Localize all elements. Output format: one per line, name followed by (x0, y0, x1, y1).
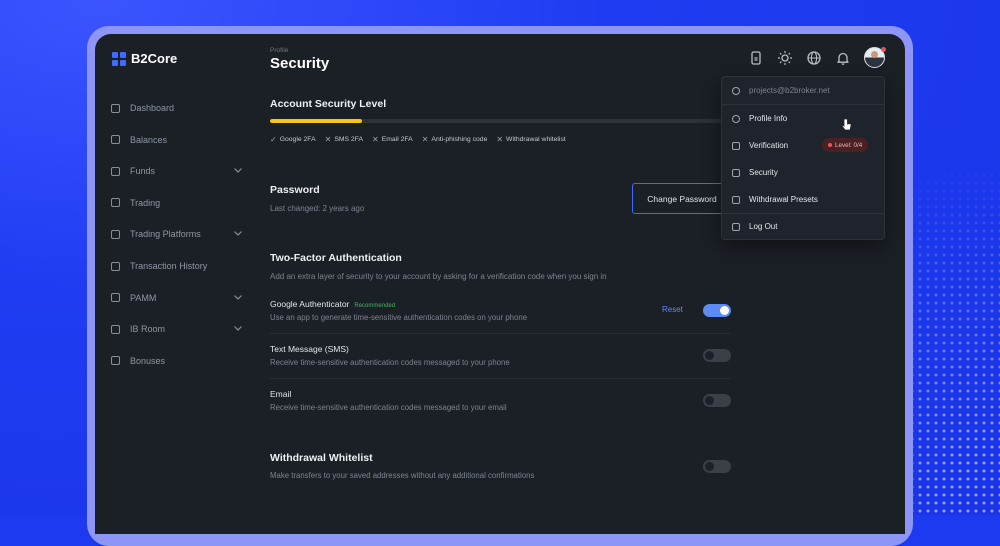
divider (270, 378, 730, 379)
cross-icon: ✕ (372, 135, 379, 144)
verification-level-badge: Level: 0/4 (822, 138, 869, 152)
security-check-item: ✕ Email 2FA (372, 135, 413, 144)
sidebar-item-funds[interactable]: Funds (111, 161, 243, 181)
sms-toggle[interactable] (703, 349, 731, 362)
chevron-down-icon[interactable] (233, 292, 243, 302)
chevron-down-icon[interactable] (233, 228, 243, 238)
nav-icon (111, 229, 120, 239)
cross-icon: ✕ (324, 135, 332, 144)
lock-icon (732, 168, 740, 177)
chevron-down-icon[interactable] (233, 323, 243, 333)
logout-icon (732, 222, 740, 231)
sidebar-item-dashboard[interactable]: Dashboard (111, 98, 243, 118)
menu-item-profile-info[interactable]: Profile Info (722, 105, 884, 132)
security-check-item: ✕ Anti-phishing code (422, 135, 488, 144)
whitelist-toggle[interactable] (703, 460, 731, 473)
google-auth-description: Use an app to generate time-sensitive au… (270, 313, 528, 322)
security-check-item: ✕ Withdrawal whitelist (496, 135, 565, 144)
security-check-label: Email 2FA (381, 136, 413, 143)
sidebar-item-trading[interactable]: Trading (111, 193, 243, 213)
checkbox-icon (732, 195, 740, 204)
nav-icon (111, 198, 120, 208)
change-password-button[interactable]: Change Password (632, 183, 732, 214)
security-check-label: Google 2FA (279, 136, 316, 143)
sidebar-item-label: PAMM (130, 292, 157, 303)
security-check-item: ✕ SMS 2FA (325, 135, 363, 144)
header-actions (748, 47, 886, 68)
shield-icon (732, 141, 740, 150)
sidebar-item-label: Bonuses (130, 355, 166, 366)
sidebar-item-label: Trading Platforms (130, 229, 201, 240)
security-check-label: Anti-phishing code (431, 136, 488, 143)
recommended-badge: Recommended (354, 303, 396, 309)
nav-icon (111, 261, 120, 271)
nav-icon (111, 135, 120, 145)
document-icon[interactable] (748, 50, 764, 66)
user-menu-dropdown: projects@b2broker.net Profile Info Verif… (721, 76, 885, 240)
brand-name: B2Core (131, 51, 178, 66)
security-checklist: ✓ Google 2FA ✕ SMS 2FA ✕ Email 2FA ✕ Anti-phish… (270, 135, 566, 144)
mouse-cursor (841, 118, 852, 131)
two-factor-title: Two-Factor Authentication (270, 252, 402, 264)
sidebar-item-label: IB Room (130, 324, 166, 335)
sidebar-item-transaction-history[interactable]: Transaction History (111, 256, 243, 276)
sidebar-item-label: Balances (130, 134, 168, 145)
menu-item-log-out[interactable]: Log Out (722, 213, 884, 240)
sidebar-item-label: Funds (130, 166, 156, 177)
check-icon: ✓ (270, 135, 277, 144)
sun-icon[interactable] (777, 50, 793, 66)
nav-icon (111, 103, 120, 113)
sidebar-item-label: Dashboard (130, 103, 175, 113)
sidebar-item-label: Transaction History (130, 261, 208, 271)
security-check-label: Withdrawal whitelist (506, 136, 566, 143)
security-check-label: SMS 2FA (334, 136, 364, 143)
email-2fa-toggle[interactable] (703, 394, 731, 407)
user-email: projects@b2broker.net (722, 77, 884, 104)
sidebar: B2Core Dashboard Balances Funds Trading Trad… (95, 34, 255, 534)
sms-description: Receive time-sensitive authentication co… (270, 358, 510, 367)
globe-icon[interactable] (806, 50, 822, 66)
cross-icon: ✕ (421, 135, 429, 144)
nav-icon (111, 293, 120, 303)
notification-dot (881, 47, 886, 52)
whitelist-description: Make transfers to your saved addresses w… (270, 471, 535, 480)
password-last-changed: Last changed: 2 years ago (270, 204, 365, 213)
sidebar-item-bonuses[interactable]: Bonuses (111, 351, 243, 371)
sidebar-item-ib-room[interactable]: IB Room (111, 319, 243, 339)
email-2fa-description: Receive time-sensitive authentication co… (270, 403, 507, 412)
menu-item-verification[interactable]: Verification Level: 0/4 (722, 132, 884, 159)
app-screen: B2Core Dashboard Balances Funds Trading Trad… (95, 34, 905, 534)
breadcrumb[interactable]: Profile (270, 47, 288, 54)
sms-title: Text Message (SMS) (270, 344, 349, 354)
security-check-item: ✓ Google 2FA (270, 135, 316, 144)
info-icon (732, 114, 740, 123)
avatar[interactable] (864, 47, 886, 68)
whitelist-title: Withdrawal Whitelist (270, 452, 373, 464)
cross-icon: ✕ (496, 135, 504, 144)
user-icon (732, 86, 740, 95)
nav-icon (111, 324, 120, 334)
google-auth-title: Google Authenticator Recommended (270, 299, 396, 309)
sidebar-item-pamm[interactable]: PAMM (111, 288, 243, 308)
bell-icon[interactable] (835, 50, 851, 66)
nav-icon (111, 356, 120, 366)
page-title: Security (270, 55, 330, 72)
google-auth-toggle[interactable] (703, 304, 731, 317)
security-level-title: Account Security Level (270, 98, 387, 110)
menu-item-security[interactable]: Security (722, 159, 884, 186)
security-level-progress (270, 119, 730, 123)
menu-item-withdrawal-presets[interactable]: Withdrawal Presets (722, 186, 884, 213)
nav-icon (111, 166, 120, 176)
sidebar-item-label: Trading (130, 197, 161, 208)
sidebar-item-balances[interactable]: Balances (111, 130, 243, 150)
sidebar-item-trading-platforms[interactable]: Trading Platforms (111, 224, 243, 244)
divider (270, 333, 730, 334)
logo-icon (112, 51, 126, 66)
brand-logo[interactable]: B2Core (112, 51, 177, 66)
reset-link[interactable]: Reset (662, 305, 683, 314)
password-title: Password (270, 184, 320, 196)
two-factor-description: Add an extra layer of security to your a… (270, 272, 607, 281)
email-2fa-title: Email (270, 389, 292, 399)
chevron-down-icon[interactable] (233, 165, 243, 175)
